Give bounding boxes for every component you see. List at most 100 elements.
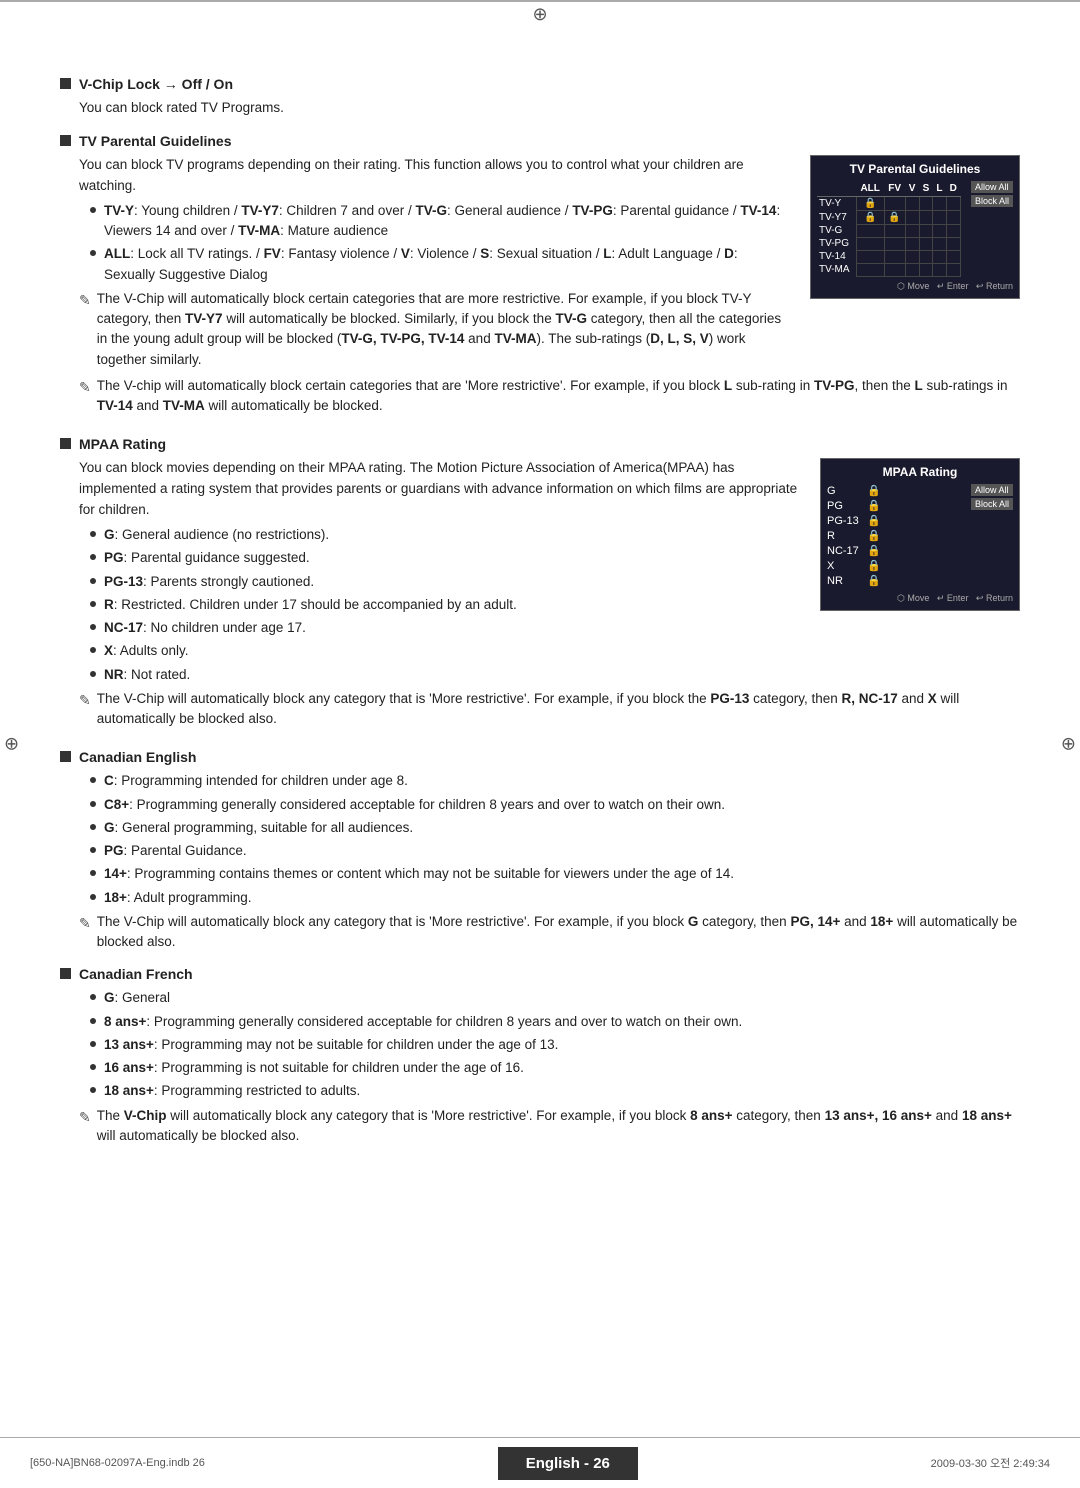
canadian-french-note: ✎ The V-Chip will automatically block an… bbox=[79, 1106, 1020, 1147]
list-item: X: Adults only. bbox=[90, 641, 1020, 661]
tv-panel-table: ALL FV V S L D TV-Y bbox=[817, 181, 961, 277]
list-item: G: General audience (no restrictions). bbox=[90, 525, 800, 545]
mpaa-row-nr: NR 🔒 bbox=[827, 574, 961, 587]
tv-col-s: S bbox=[919, 181, 933, 197]
mpaa-lock-icon: 🔒 bbox=[867, 484, 881, 497]
mpaa-row-x: X 🔒 bbox=[827, 559, 961, 572]
page: ⊕ ⊕ ⊕ V-Chip Lock → Off / On You can blo… bbox=[0, 0, 1080, 1488]
main-content: V-Chip Lock → Off / On You can block rat… bbox=[60, 40, 1020, 1146]
bullet-text: G: General bbox=[104, 988, 170, 1008]
bullet-icon bbox=[90, 824, 96, 830]
table-row: TV-Y7 🔒 🔒 bbox=[817, 210, 960, 224]
english-badge: English - 26 bbox=[498, 1447, 638, 1480]
note-icon: ✎ bbox=[79, 290, 91, 311]
note-text: The V-Chip will automatically block any … bbox=[97, 689, 1020, 730]
table-row: TV-Y 🔒 bbox=[817, 196, 960, 210]
list-item: 16 ans+: Programming is not suitable for… bbox=[90, 1058, 1020, 1078]
tv-cell bbox=[884, 224, 905, 237]
mpaa-row-pg13: PG-13 🔒 bbox=[827, 514, 961, 527]
vchip-body: You can block rated TV Programs. bbox=[79, 98, 1020, 119]
list-item: 18 ans+: Programming restricted to adult… bbox=[90, 1081, 1020, 1101]
note-icon: ✎ bbox=[79, 913, 91, 934]
bullet-icon bbox=[90, 578, 96, 584]
mpaa-lock-icon: 🔒 bbox=[867, 529, 881, 542]
bullet-icon bbox=[90, 1018, 96, 1024]
list-item: PG-13: Parents strongly cautioned. bbox=[90, 572, 800, 592]
mpaa-lock-icon: 🔒 bbox=[867, 514, 881, 527]
block-all-button[interactable]: Block All bbox=[971, 195, 1013, 207]
mpaa-row-g: G 🔒 bbox=[827, 484, 961, 497]
table-row: TV-G bbox=[817, 224, 960, 237]
mpaa-lock-icon: 🔒 bbox=[867, 574, 881, 587]
mpaa-row-pg: PG 🔒 bbox=[827, 499, 961, 512]
tv-cell bbox=[933, 250, 946, 263]
bullet-icon bbox=[90, 1041, 96, 1047]
tv-col-v: V bbox=[905, 181, 919, 197]
tv-parental-square-icon bbox=[60, 135, 71, 146]
mpaa-block-all-button[interactable]: Block All bbox=[971, 498, 1013, 510]
note-icon: ✎ bbox=[79, 1107, 91, 1128]
mpaa-square-icon bbox=[60, 438, 71, 449]
page-footer: [650-NA]BN68-02097A-Eng.indb 26 English … bbox=[0, 1438, 1080, 1488]
tv-cell bbox=[856, 224, 884, 237]
tv-cell bbox=[905, 237, 919, 250]
tv-panel-nav: ⬡ Move ↵ Enter ↩ Return bbox=[817, 281, 1013, 292]
tv-row-tvpg: TV-PG bbox=[817, 237, 856, 250]
tv-cell bbox=[905, 210, 919, 224]
tv-col-d: D bbox=[946, 181, 960, 197]
list-item: 14+: Programming contains themes or cont… bbox=[90, 864, 1020, 884]
mpaa-panel: MPAA Rating G 🔒 PG 🔒 bbox=[820, 458, 1020, 611]
table-row: TV-14 bbox=[817, 250, 960, 263]
bullet-icon bbox=[90, 870, 96, 876]
tv-cell bbox=[919, 224, 933, 237]
tv-cell bbox=[946, 263, 960, 276]
mpaa-row-label: NC-17 bbox=[827, 545, 867, 557]
bullet-icon bbox=[90, 531, 96, 537]
tv-parental-header: TV Parental Guidelines bbox=[60, 133, 1020, 149]
list-item: NC-17: No children under age 17. bbox=[90, 618, 1020, 638]
tv-row-tvg: TV-G bbox=[817, 224, 856, 237]
allow-all-button[interactable]: Allow All bbox=[971, 181, 1013, 193]
tv-col-l: L bbox=[933, 181, 946, 197]
tv-cell bbox=[919, 263, 933, 276]
tv-parental-panel: TV Parental Guidelines ALL FV V S L bbox=[810, 155, 1020, 299]
note-text: The V-chip will automatically block cert… bbox=[97, 376, 1020, 417]
mpaa-panel-box: MPAA Rating G 🔒 PG 🔒 bbox=[820, 458, 1020, 611]
note-icon: ✎ bbox=[79, 377, 91, 398]
list-item: G: General programming, suitable for all… bbox=[90, 818, 1020, 838]
bullet-text: G: General programming, suitable for all… bbox=[104, 818, 413, 838]
canadian-english-note: ✎ The V-Chip will automatically block an… bbox=[79, 912, 1020, 953]
note-text: The V-Chip will automatically block cert… bbox=[97, 289, 790, 370]
mpaa-row-label: R bbox=[827, 530, 867, 542]
bullet-text: ALL: Lock all TV ratings. / FV: Fantasy … bbox=[104, 244, 790, 285]
bullet-text: 18 ans+: Programming restricted to adult… bbox=[104, 1081, 360, 1101]
tv-cell bbox=[933, 196, 946, 210]
tv-cell: 🔒 bbox=[884, 210, 905, 224]
canadian-french-bullets: G: General 8 ans+: Programming generally… bbox=[90, 988, 1020, 1101]
mpaa-row-label: PG bbox=[827, 500, 867, 512]
mpaa-panel-nav-text: ⬡ Move ↵ Enter ↩ Return bbox=[897, 593, 1013, 604]
tv-cell bbox=[919, 237, 933, 250]
mpaa-row-label: G bbox=[827, 485, 867, 497]
mpaa-lock-icon: 🔒 bbox=[867, 499, 881, 512]
tv-cell bbox=[884, 263, 905, 276]
note-text: The V-Chip will automatically block any … bbox=[97, 912, 1020, 953]
mpaa-rows-list: G 🔒 PG 🔒 PG-13 🔒 bbox=[827, 484, 961, 589]
tv-panel-inner: ALL FV V S L D TV-Y bbox=[817, 181, 1013, 277]
bullet-text: G: General audience (no restrictions). bbox=[104, 525, 329, 545]
compass-left-icon: ⊕ bbox=[4, 734, 19, 755]
mpaa-section-header: MPAA Rating bbox=[60, 436, 1020, 452]
list-item: 8 ans+: Programming generally considered… bbox=[90, 1012, 1020, 1032]
tv-panel-buttons: Allow All Block All bbox=[967, 181, 1013, 207]
vchip-title: V-Chip Lock → Off / On bbox=[79, 76, 233, 92]
bullet-text: 14+: Programming contains themes or cont… bbox=[104, 864, 734, 884]
tv-cell bbox=[884, 237, 905, 250]
tv-cell: 🔒 bbox=[856, 210, 884, 224]
mpaa-row-r: R 🔒 bbox=[827, 529, 961, 542]
tv-parental-note1: ✎ The V-Chip will automatically block ce… bbox=[79, 289, 790, 370]
bullet-icon bbox=[90, 647, 96, 653]
canadian-french-title: Canadian French bbox=[79, 966, 193, 982]
mpaa-allow-all-button[interactable]: Allow All bbox=[971, 484, 1013, 496]
compass-top-icon: ⊕ bbox=[532, 4, 547, 25]
bullet-icon bbox=[90, 801, 96, 807]
